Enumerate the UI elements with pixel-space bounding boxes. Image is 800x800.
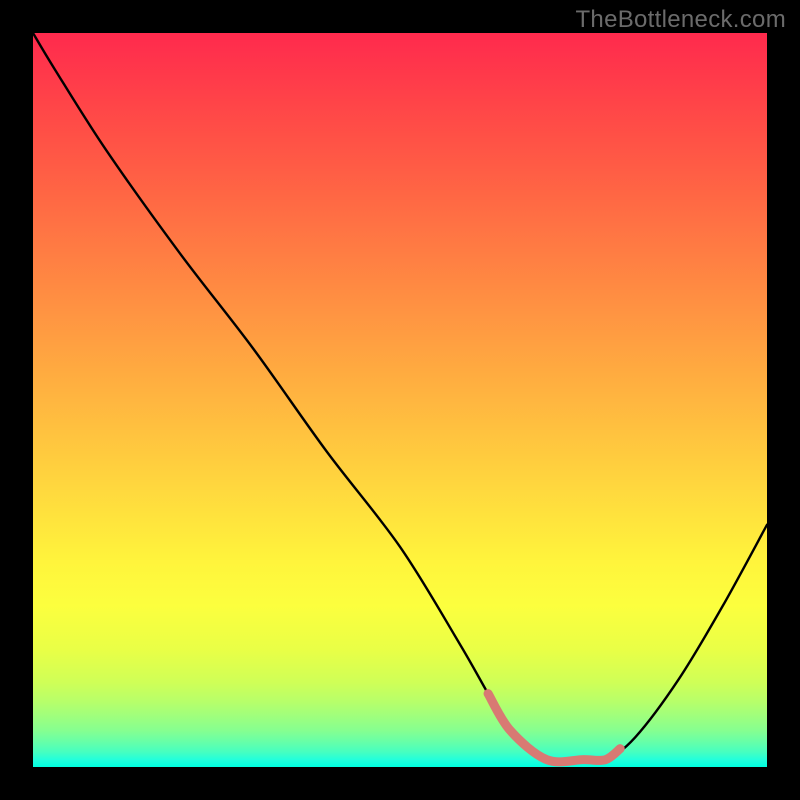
bottleneck-curve: [33, 33, 767, 762]
chart-container: TheBottleneck.com: [0, 0, 800, 800]
accent-region: [488, 694, 620, 762]
watermark-text: TheBottleneck.com: [575, 6, 786, 34]
curve-svg: [33, 33, 767, 767]
plot-area: [33, 33, 767, 767]
